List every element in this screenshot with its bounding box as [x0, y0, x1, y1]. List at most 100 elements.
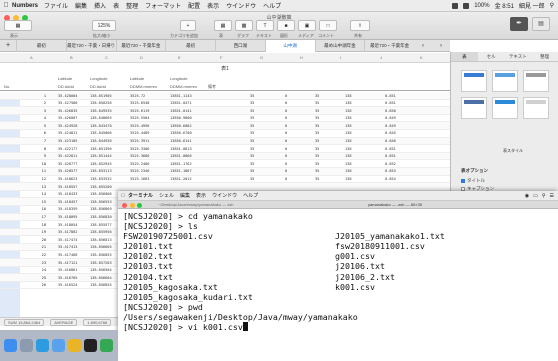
apple-icon[interactable]: : [0, 2, 12, 9]
clock[interactable]: 金 8:51: [495, 1, 514, 10]
title-checkbox[interactable]: [461, 178, 465, 183]
table-row[interactable]: 3 35.426835 138.849535 3525.6119 13851.0141 3…: [0, 107, 450, 115]
row-number[interactable]: 2: [34, 101, 46, 105]
table-row[interactable]: 4 35.426007 138.848665 3525.5504 13850.9800 3…: [0, 115, 450, 123]
column-letter-h[interactable]: H: [300, 55, 303, 60]
menu-arrange[interactable]: 配置: [188, 1, 200, 10]
average-readout[interactable]: 1,690,6766: [83, 318, 112, 326]
table-cell[interactable]: 13851.0141: [170, 109, 192, 113]
row-number[interactable]: 1: [34, 94, 46, 98]
table-cell[interactable]: 35: [315, 124, 319, 128]
table-cell[interactable]: 13851.1867: [170, 169, 192, 173]
table-cell[interactable]: 0: [285, 131, 287, 135]
menu-window[interactable]: ウインドウ: [226, 1, 256, 10]
row-number[interactable]: 12: [34, 177, 46, 181]
table-cell[interactable]: 0: [285, 101, 287, 105]
table-cell[interactable]: 35: [315, 154, 319, 158]
menu-edit[interactable]: 編集: [75, 1, 87, 10]
terminal-output[interactable]: [NCSJ2020] > cd yamanakako [NCSJ2020] > …: [123, 211, 554, 359]
battery-level[interactable]: 100%: [474, 3, 489, 9]
row-number[interactable]: 24: [34, 268, 46, 272]
sheet-tab-2[interactable]: 最近720・千葉・日帰り: [65, 39, 116, 52]
column-letter-c[interactable]: C: [105, 55, 108, 60]
menu-table[interactable]: 表: [113, 1, 119, 10]
menu-insert[interactable]: 挿入: [94, 1, 106, 10]
shape-button[interactable]: ■: [277, 20, 295, 31]
table-cell[interactable]: 0: [285, 154, 287, 158]
menu-app-name[interactable]: Numbers: [12, 3, 38, 9]
table-cell[interactable]: 13851.2012: [170, 177, 192, 181]
table-cell[interactable]: 35: [250, 162, 254, 166]
table-style-1[interactable]: [461, 70, 487, 92]
table-cell[interactable]: 0: [285, 162, 287, 166]
table-cell[interactable]: 35.428004: [58, 94, 77, 98]
table-cell[interactable]: 35: [315, 139, 319, 143]
table-row[interactable]: 13 35.418557 138.855200: [0, 183, 450, 191]
sheet-tab-1[interactable]: 最初: [16, 39, 66, 52]
table-cell[interactable]: 3525.1663: [130, 177, 149, 181]
subheader-2[interactable]: DD.dddd: [90, 84, 106, 89]
table-style-6[interactable]: [523, 97, 549, 119]
table-cell[interactable]: 138: [345, 94, 352, 98]
header-longitude-dd[interactable]: Longitude: [90, 76, 108, 81]
table-cell[interactable]: 3525.4489: [130, 131, 149, 135]
table-cell[interactable]: 3525.6548: [130, 101, 149, 105]
table-cell[interactable]: 138.856006: [90, 192, 112, 196]
menu-help[interactable]: ヘルプ: [243, 192, 258, 199]
table-cell[interactable]: 35.416765: [58, 276, 77, 280]
table-cell[interactable]: 35: [315, 116, 319, 120]
table-cell[interactable]: 13851.0813: [170, 147, 192, 151]
table-cell[interactable]: 13851.0866: [170, 154, 192, 158]
table-cell[interactable]: 138.856869: [90, 207, 112, 211]
sheet-tab-3[interactable]: 最近720・千葉年金: [115, 39, 166, 52]
table-cell[interactable]: 0: [285, 109, 287, 113]
table-cell[interactable]: 138: [345, 131, 352, 135]
table-cell[interactable]: 35.426835: [58, 109, 77, 113]
table-cell[interactable]: 138: [345, 162, 352, 166]
table-cell[interactable]: 138: [345, 139, 352, 143]
table-cell[interactable]: 138: [345, 124, 352, 128]
row-number[interactable]: 20: [34, 238, 46, 242]
row-number[interactable]: 13: [34, 185, 46, 189]
launchpad-icon[interactable]: [20, 339, 33, 352]
title-option[interactable]: タイトル: [461, 178, 485, 184]
terminal-app-menu[interactable]: ターミナル: [128, 192, 153, 199]
table-cell[interactable]: 0: [285, 94, 287, 98]
subheader-4[interactable]: DDMM.mmmm: [170, 84, 197, 89]
table-cell[interactable]: 138.856504: [90, 268, 112, 272]
table-cell[interactable]: 0.854: [385, 177, 396, 181]
table-cell[interactable]: 35.418623: [58, 177, 77, 181]
table-cell[interactable]: 138.853532: [90, 177, 112, 181]
column-letter-k[interactable]: K: [420, 55, 423, 60]
table-cell[interactable]: 138.850256: [90, 101, 112, 105]
row-number[interactable]: 4: [34, 116, 46, 120]
table-style-2[interactable]: [492, 70, 518, 92]
table-cell[interactable]: 3525.2466: [130, 162, 149, 166]
row-number[interactable]: 14: [34, 192, 46, 196]
table-cell[interactable]: 35.416524: [58, 283, 77, 287]
chrome-icon[interactable]: [68, 339, 81, 352]
table-cell[interactable]: 13850.9800: [170, 116, 192, 120]
table-cell[interactable]: 0: [285, 124, 287, 128]
menu-file[interactable]: ファイル: [44, 1, 68, 10]
table-cell[interactable]: 35: [250, 109, 254, 113]
row-number[interactable]: 3: [34, 109, 46, 113]
table-cell[interactable]: 0: [285, 169, 287, 173]
format-button[interactable]: ✒: [510, 17, 528, 31]
table-cell[interactable]: 138.856055: [90, 253, 112, 257]
table-cell[interactable]: 3525.72: [130, 94, 145, 98]
table-cell[interactable]: 138.855577: [90, 223, 112, 227]
table-cell[interactable]: 35: [315, 94, 319, 98]
table-cell[interactable]: 138.844936: [90, 139, 112, 143]
menu-shell[interactable]: シェル: [159, 192, 174, 199]
table-cell[interactable]: 35: [250, 177, 254, 181]
search-icon[interactable]: ⚲: [550, 2, 554, 9]
table-button[interactable]: ▦: [214, 20, 232, 31]
table-style-5[interactable]: [492, 97, 518, 119]
table-cell[interactable]: 138.843470: [90, 124, 112, 128]
table-row[interactable]: 1 35.428004 138.851905 3525.72 13851.1143 35 0…: [0, 92, 450, 100]
dropbox-icon[interactable]: [452, 2, 459, 9]
header-row-number[interactable]: No.: [4, 84, 10, 89]
row-number[interactable]: 26: [34, 283, 46, 287]
table-row[interactable]: 5 35.424928 138.843470 3525.4956 13850.6082 3…: [0, 122, 450, 130]
